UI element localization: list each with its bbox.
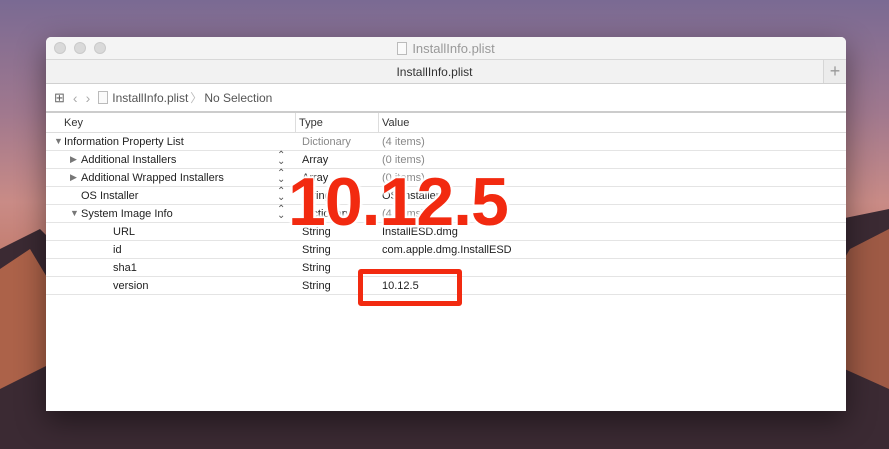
type-stepper-icon[interactable]: ⌃ ⌄ (277, 187, 285, 203)
row-key: Information Property List (64, 136, 184, 148)
file-icon (98, 91, 109, 104)
disclosure-triangle-icon[interactable]: ▼ (70, 208, 79, 218)
row-key: OS Installer (81, 190, 139, 202)
table-header: Key Type Value (46, 113, 846, 133)
column-key[interactable]: Key (64, 117, 83, 129)
row-key: System Image Info (81, 208, 173, 220)
type-stepper-icon[interactable]: ⌃ ⌄ (277, 205, 285, 221)
table-row[interactable]: id String com.apple.dmg.InstallESD (46, 241, 846, 259)
column-value[interactable]: Value (382, 117, 409, 129)
window-title: InstallInfo.plist (412, 41, 495, 56)
row-key: id (113, 244, 122, 256)
jump-bar: ⊞ ‹ › InstallInfo.plist 〉 No Selection (46, 84, 846, 113)
row-type: String (302, 280, 331, 292)
column-type[interactable]: Type (299, 117, 323, 129)
table-row[interactable]: ▼ Information Property List Dictionary (4 i… (46, 133, 846, 151)
row-key: version (113, 280, 149, 292)
version-highlight-box (358, 269, 462, 306)
row-value[interactable]: com.apple.dmg.InstallESD (382, 244, 512, 256)
row-key: Additional Installers (81, 154, 177, 166)
disclosure-triangle-icon[interactable]: ▶ (70, 154, 77, 165)
tab-installinfo[interactable]: InstallInfo.plist (46, 65, 823, 79)
row-type: String (302, 244, 331, 256)
related-items-icon[interactable]: ⊞ (54, 90, 65, 106)
tab-bar: InstallInfo.plist + (46, 60, 846, 84)
title-bar: InstallInfo.plist (46, 37, 846, 60)
row-key: sha1 (113, 262, 137, 274)
version-overlay-label: 10.12.5 (288, 164, 509, 240)
type-stepper-icon[interactable]: ⌃ ⌄ (277, 169, 285, 185)
breadcrumb-selection[interactable]: No Selection (204, 91, 272, 105)
row-type: String (302, 262, 331, 274)
breadcrumb-separator: 〉 (190, 91, 203, 105)
type-stepper-icon[interactable]: ⌃ ⌄ (277, 151, 285, 167)
row-key: Additional Wrapped Installers (81, 172, 224, 184)
breadcrumb-file[interactable]: InstallInfo.plist (112, 91, 188, 105)
row-type: Dictionary (302, 136, 351, 148)
forward-icon[interactable]: › (86, 90, 91, 106)
disclosure-triangle-icon[interactable]: ▶ (70, 172, 77, 183)
back-icon[interactable]: ‹ (73, 90, 78, 106)
row-key: URL (113, 226, 136, 238)
document-icon (397, 42, 408, 55)
new-tab-button[interactable]: + (823, 60, 846, 83)
row-value[interactable]: (4 items) (382, 136, 425, 148)
disclosure-triangle-icon[interactable]: ▼ (54, 136, 63, 146)
